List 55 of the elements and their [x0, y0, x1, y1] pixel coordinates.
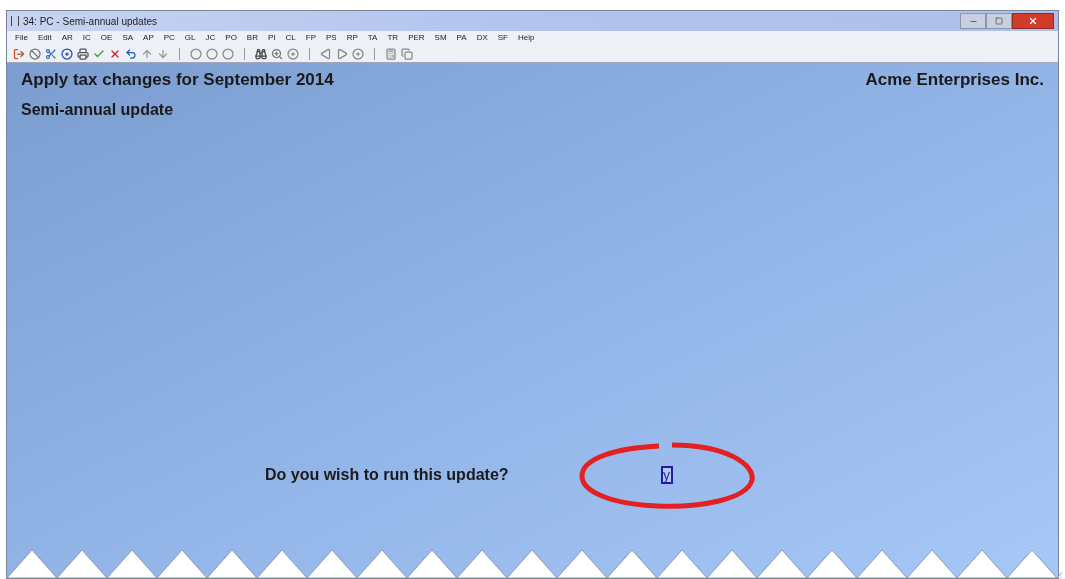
- arrow-up-icon[interactable]: [141, 47, 153, 60]
- circle-icon[interactable]: [206, 47, 218, 60]
- menu-item[interactable]: JC: [205, 32, 216, 44]
- disc-icon[interactable]: [352, 47, 364, 60]
- menu-item[interactable]: TR: [387, 32, 399, 44]
- zoom-icon[interactable]: [271, 47, 283, 60]
- menu-item[interactable]: FP: [305, 32, 316, 44]
- circle-icon[interactable]: [190, 47, 202, 60]
- window-title: 34: PC - Semi-annual updates: [23, 14, 157, 29]
- menu-item[interactable]: CL: [285, 32, 296, 44]
- calculator-icon[interactable]: [385, 47, 397, 60]
- prompt-label: Do you wish to run this update?: [265, 465, 509, 485]
- screen-title: Apply tax changes for September 2014: [21, 69, 334, 91]
- disc-icon[interactable]: [287, 47, 299, 60]
- maximize-icon: [995, 17, 1003, 25]
- menu-item[interactable]: Edit: [37, 32, 52, 44]
- copy-icon[interactable]: [401, 47, 413, 60]
- binoculars-icon[interactable]: [255, 47, 267, 60]
- cancel-icon[interactable]: [29, 47, 41, 60]
- menu-item[interactable]: Help: [518, 32, 535, 44]
- arrow-down-icon[interactable]: [157, 47, 169, 60]
- menu-item[interactable]: PA: [456, 32, 467, 44]
- close-icon: [1028, 16, 1038, 26]
- disc-icon[interactable]: [61, 47, 73, 60]
- menu-item[interactable]: TA: [367, 32, 378, 44]
- menu-item[interactable]: DX: [476, 32, 488, 44]
- menu-item[interactable]: PER: [408, 32, 425, 44]
- maximize-button[interactable]: [986, 13, 1012, 29]
- menu-item[interactable]: SM: [434, 32, 447, 44]
- menu-item[interactable]: GL: [184, 32, 196, 44]
- menu-item[interactable]: PC: [163, 32, 175, 44]
- menu-item[interactable]: PI: [268, 32, 276, 44]
- menu-item[interactable]: BR: [246, 32, 258, 44]
- triangle-left-icon[interactable]: [320, 47, 332, 60]
- printer-icon[interactable]: [77, 47, 89, 60]
- minimize-button[interactable]: [960, 13, 986, 29]
- menu-item[interactable]: PS: [326, 32, 337, 44]
- close-button[interactable]: [1012, 13, 1054, 29]
- screen-subtitle: Semi-annual update: [21, 100, 174, 118]
- menu-item[interactable]: SA: [122, 32, 134, 44]
- company-name: Acme Enterprises Inc.: [865, 69, 1044, 91]
- scissors-icon[interactable]: [45, 47, 57, 60]
- menu-item[interactable]: File: [15, 32, 28, 44]
- menu-item[interactable]: PO: [225, 32, 237, 44]
- menu-item[interactable]: RP: [346, 32, 358, 44]
- menu-item[interactable]: SF: [497, 32, 508, 44]
- menu-item[interactable]: AR: [61, 32, 73, 44]
- menu-item[interactable]: AP: [143, 32, 154, 44]
- undo-icon[interactable]: [125, 47, 137, 60]
- menu-item[interactable]: IC: [82, 32, 91, 44]
- menu-item[interactable]: OE: [100, 32, 113, 44]
- circle-icon[interactable]: [222, 47, 234, 60]
- answer-field[interactable]: y: [660, 466, 673, 484]
- triangle-right-icon[interactable]: [336, 47, 348, 60]
- exit-icon[interactable]: [13, 47, 25, 60]
